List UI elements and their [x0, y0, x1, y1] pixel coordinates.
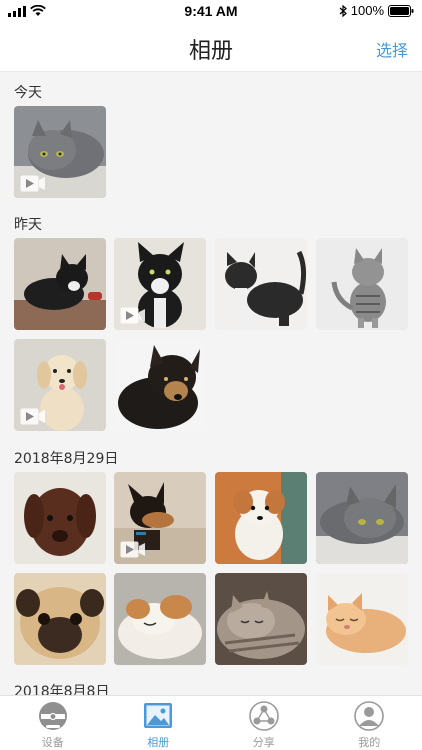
tab-label: 设备 — [41, 736, 64, 749]
video-icon — [20, 175, 45, 192]
tab-label: 我的 — [358, 736, 381, 749]
tab-device[interactable]: 设备 — [0, 696, 106, 750]
album-icon — [144, 703, 173, 728]
kitten-photo — [215, 238, 307, 330]
video-icon — [120, 307, 145, 324]
profile-icon — [354, 701, 385, 731]
tab-bar: 设备 相册 分享 我的 — [0, 695, 422, 750]
section-label-aug-8: 2018年8月8日 — [14, 684, 110, 695]
device-icon — [38, 702, 67, 730]
select-button[interactable]: 选择 — [376, 37, 408, 61]
photo-thumbnail[interactable] — [114, 339, 206, 431]
battery-percent: 100% — [350, 3, 384, 18]
photo-thumbnail[interactable] — [215, 573, 307, 665]
video-icon — [120, 541, 145, 558]
kitten-photo — [316, 238, 408, 330]
photo-thumbnail[interactable] — [316, 238, 408, 330]
status-right: 100% — [339, 3, 414, 18]
photo-thumbnail[interactable] — [114, 472, 206, 564]
photo-thumbnail[interactable] — [14, 238, 106, 330]
tab-label: 相册 — [147, 736, 170, 749]
puppy-photo — [114, 339, 206, 431]
tab-profile[interactable]: 我的 — [317, 696, 422, 750]
video-icon — [20, 408, 45, 425]
pug-photo — [14, 573, 106, 665]
puppy-photo — [114, 573, 206, 665]
photo-thumbnail[interactable] — [316, 472, 408, 564]
photo-thumbnail[interactable] — [14, 339, 106, 431]
page-title: 相册 — [188, 39, 233, 64]
photo-thumbnail[interactable] — [14, 573, 106, 665]
status-bar: 9:41 AM 100% — [0, 0, 422, 24]
photo-thumbnail[interactable] — [215, 472, 307, 564]
cat-photo — [316, 573, 408, 665]
photo-thumbnail[interactable] — [114, 573, 206, 665]
section-label-aug-29: 2018年8月29日 — [14, 451, 119, 467]
photo-thumbnail[interactable] — [14, 472, 106, 564]
kitten-photo — [14, 238, 106, 330]
puppy-photo — [14, 472, 106, 564]
tab-share[interactable]: 分享 — [211, 696, 317, 750]
album-content[interactable]: 今天 昨天 2018年8月29日 2018年8月8日 — [0, 72, 422, 695]
photo-thumbnail[interactable] — [114, 238, 206, 330]
photo-thumbnail[interactable] — [215, 238, 307, 330]
puppy-photo — [215, 472, 307, 564]
tab-label: 分享 — [252, 736, 275, 749]
cat-photo — [316, 472, 408, 564]
cat-photo — [215, 573, 307, 665]
section-label-yesterday: 昨天 — [14, 217, 42, 233]
tab-album[interactable]: 相册 — [106, 696, 212, 750]
bluetooth-icon — [339, 4, 347, 17]
photo-thumbnail[interactable] — [14, 106, 106, 198]
share-icon — [248, 701, 279, 731]
photo-thumbnail[interactable] — [316, 573, 408, 665]
nav-bar: 相册 选择 — [0, 24, 422, 72]
battery-icon — [388, 4, 414, 17]
section-label-today: 今天 — [14, 85, 42, 101]
